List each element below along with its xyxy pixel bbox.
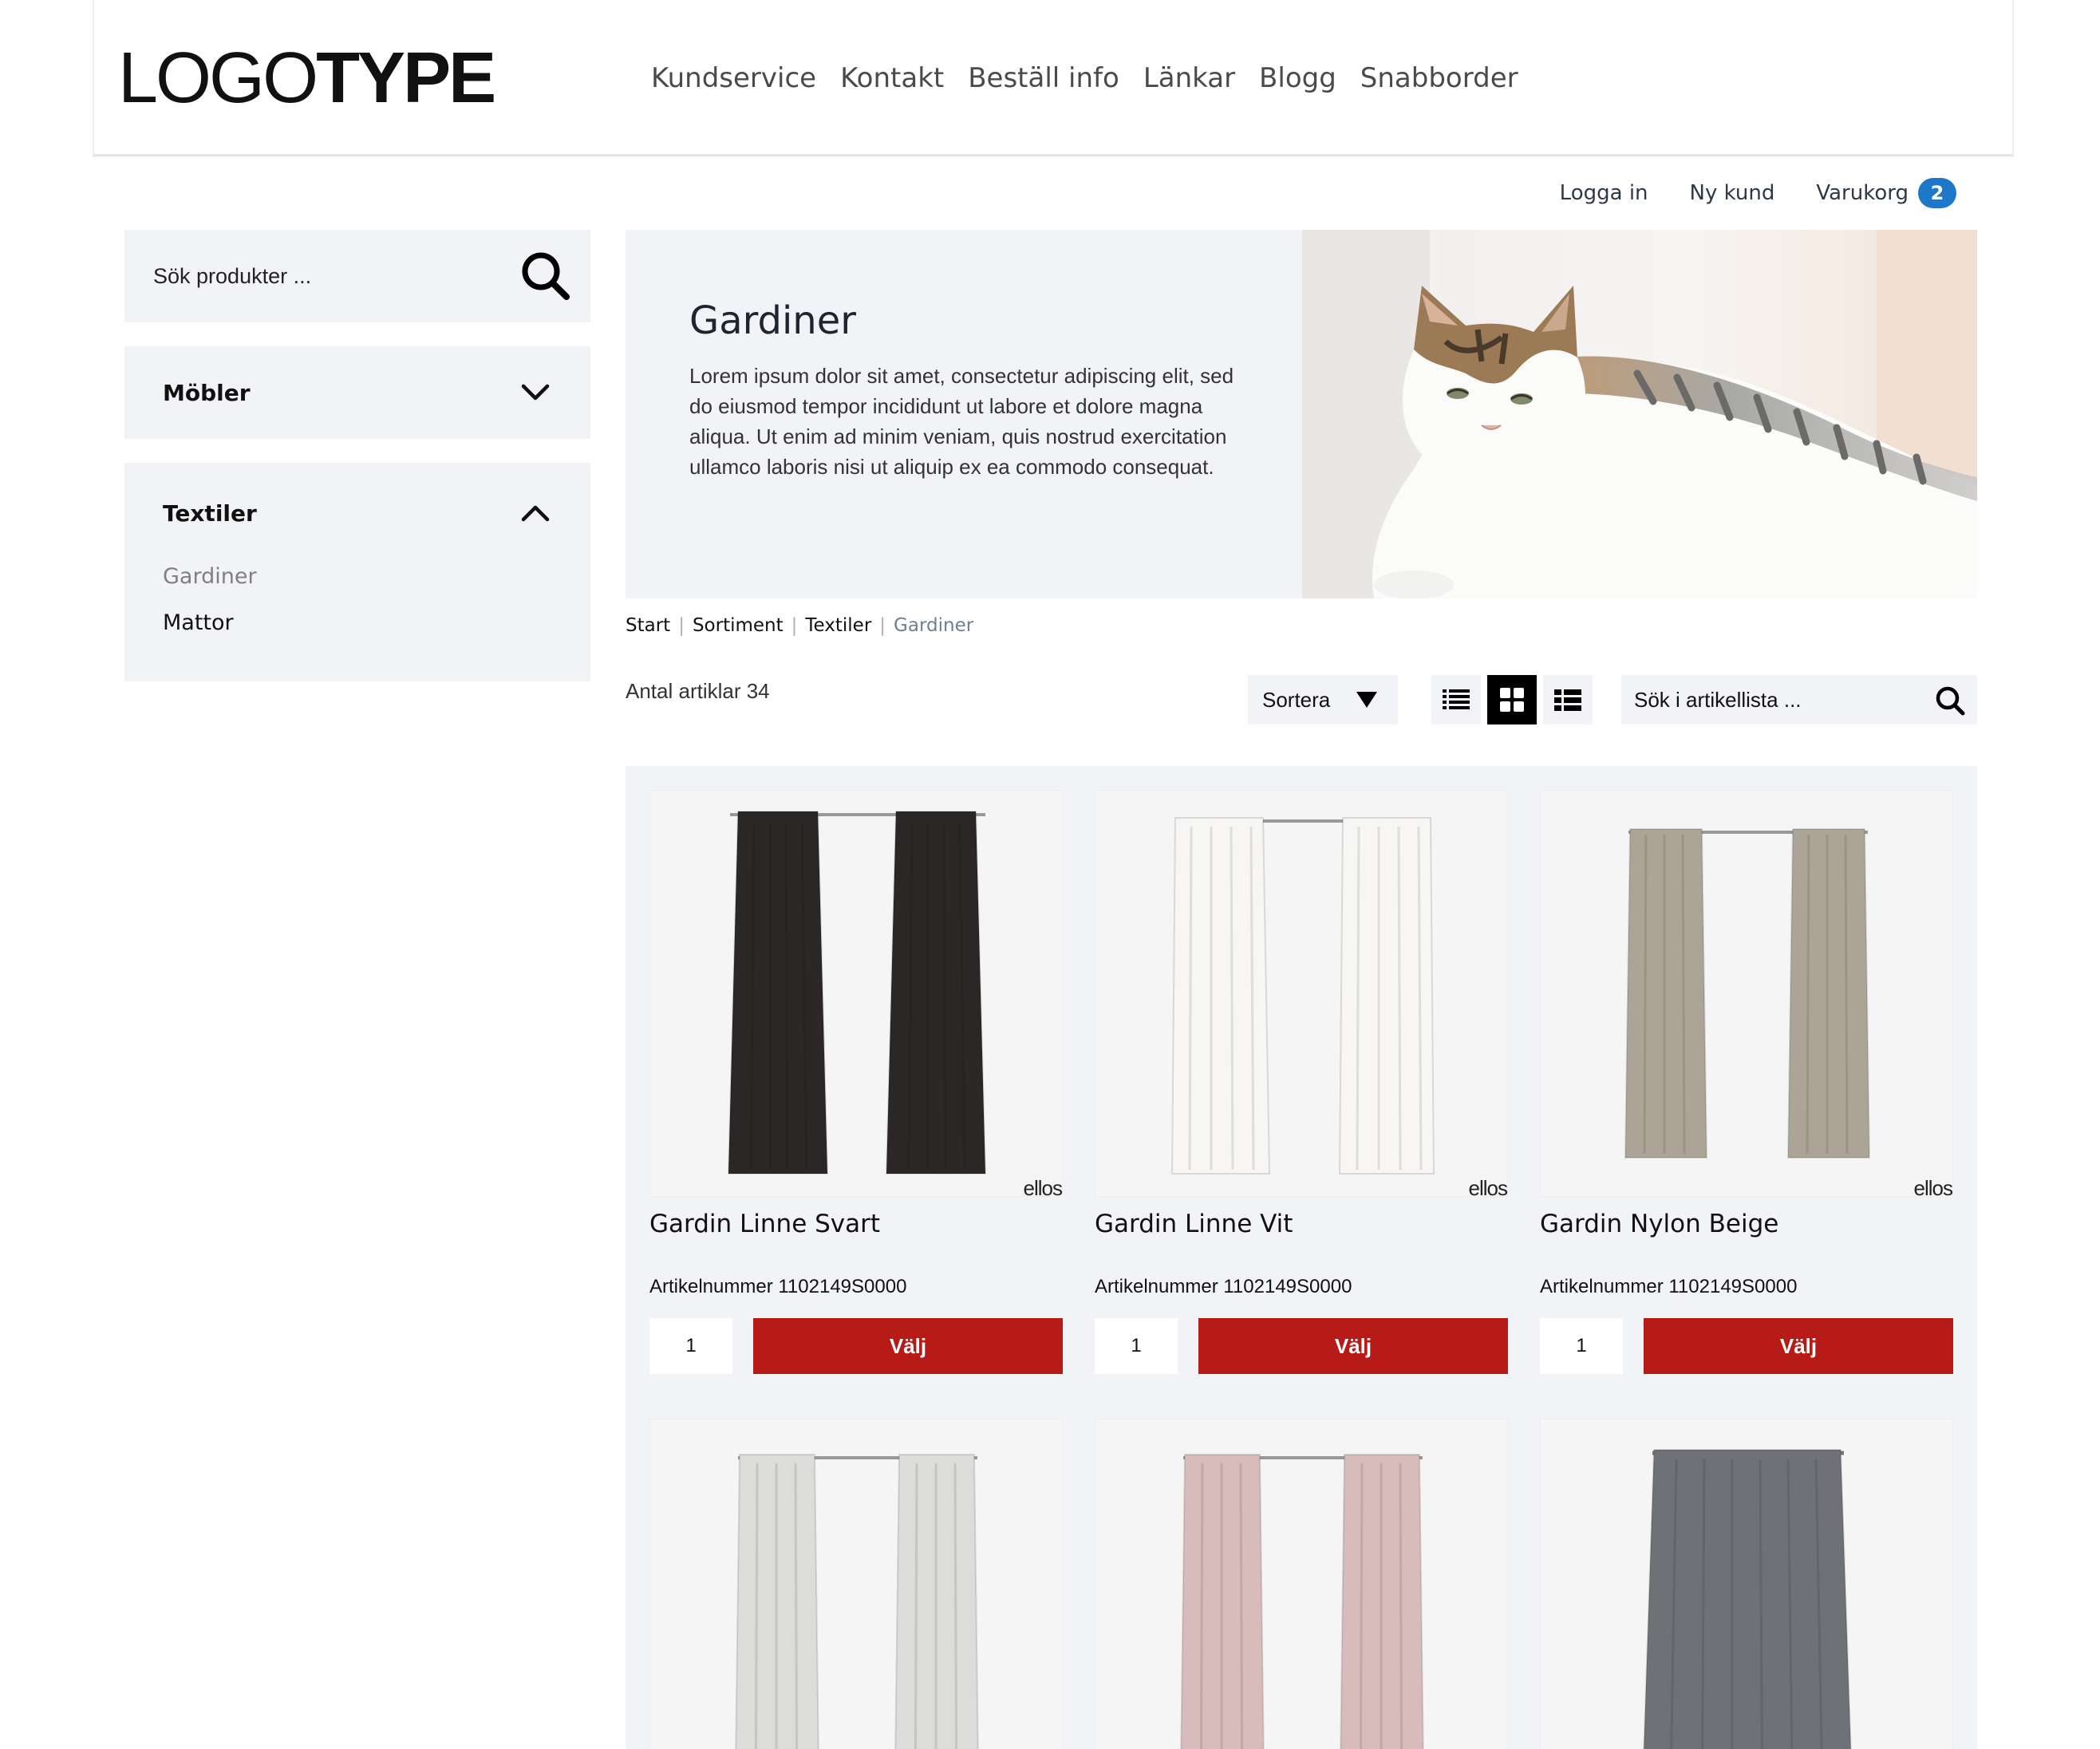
curtain-image (735, 1454, 979, 1749)
category-title: Textiler (163, 499, 257, 527)
search-icon[interactable] (519, 249, 573, 303)
breadcrumb-separator: | (879, 615, 886, 636)
account-bar: Logga in Ny kund Varukorg 2 (1560, 177, 1956, 209)
nav-blogg[interactable]: Blogg (1259, 57, 1336, 99)
product-card (1540, 1419, 1953, 1749)
quantity-input[interactable] (649, 1318, 732, 1374)
category-mobler-header[interactable]: Möbler (124, 346, 590, 439)
quantity-input[interactable] (1540, 1318, 1623, 1374)
sort-label: Sortera (1262, 687, 1331, 712)
hero-description: Lorem ipsum dolor sit amet, consectetur … (689, 364, 1234, 479)
product-image[interactable] (1540, 1419, 1953, 1749)
category-textiler-header[interactable]: Textiler (124, 463, 590, 563)
site-header: LOGOTYPE Kundservice Kontakt Beställ inf… (93, 0, 2014, 156)
product-image[interactable]: ellos (1540, 790, 1953, 1200)
cart-label: Varukorg (1816, 181, 1909, 205)
article-list-search (1621, 675, 1977, 724)
product-actions: Välj (1540, 1318, 1953, 1374)
product-name[interactable]: Gardin Linne Vit (1095, 1206, 1508, 1242)
product-card: ellos Gardin Linne Vit Artikelnummer 110… (1095, 790, 1508, 1374)
curtain-image (1170, 817, 1435, 1175)
grid-icon (1500, 688, 1524, 712)
product-card: ellos Gardin Linne Svart Artikelnummer 1… (649, 790, 1063, 1374)
curtain-image (1624, 828, 1871, 1159)
product-name[interactable]: Gardin Nylon Beige (1540, 1206, 1953, 1242)
cart-count-badge: 2 (1918, 178, 1956, 208)
quantity-input[interactable] (1095, 1318, 1178, 1374)
grid-view-button[interactable] (1487, 675, 1537, 724)
subcategory-mattor[interactable]: Mattor (163, 600, 552, 646)
login-link[interactable]: Logga in (1560, 177, 1648, 209)
logo-light-part: LOGO (118, 38, 318, 118)
curtain-image (1643, 1449, 1852, 1749)
product-image[interactable] (649, 1419, 1063, 1749)
product-card (1095, 1419, 1508, 1749)
product-search-input[interactable] (153, 259, 488, 294)
list-view-button[interactable] (1431, 675, 1481, 724)
product-image[interactable]: ellos (649, 790, 1063, 1200)
choose-button[interactable]: Välj (1644, 1318, 1953, 1374)
choose-button[interactable]: Välj (1198, 1318, 1508, 1374)
detail-list-view-button[interactable] (1543, 675, 1593, 724)
nav-kontakt[interactable]: Kontakt (840, 57, 944, 99)
category-mobler: Möbler (124, 346, 590, 439)
chevron-up-icon (521, 505, 550, 522)
product-grid: ellos Gardin Linne Svart Artikelnummer 1… (626, 766, 1977, 1749)
product-actions: Välj (1095, 1318, 1508, 1374)
breadcrumb-start[interactable]: Start (626, 610, 670, 642)
hero-text: Gardiner Lorem ipsum dolor sit amet, con… (689, 297, 1248, 482)
product-image[interactable]: ellos (1095, 790, 1508, 1200)
product-actions: Välj (649, 1318, 1063, 1374)
chevron-down-icon (521, 384, 550, 401)
nav-snabborder[interactable]: Snabborder (1360, 57, 1518, 99)
product-card: ellos Gardin Nylon Beige Artikelnummer 1… (1540, 790, 1953, 1374)
breadcrumb-current: Gardiner (894, 615, 974, 636)
detail-list-icon (1554, 689, 1581, 711)
new-customer-link[interactable]: Ny kund (1690, 177, 1775, 209)
cart-link[interactable]: Varukorg 2 (1816, 177, 1956, 209)
category-hero: Gardiner Lorem ipsum dolor sit amet, con… (626, 230, 1977, 598)
breadcrumb: Start | Sortiment | Textiler | Gardiner (626, 610, 973, 642)
nav-bestall-info[interactable]: Beställ info (968, 57, 1119, 99)
article-number: Artikelnummer 1102149S0000 (1540, 1276, 1798, 1297)
logo[interactable]: LOGOTYPE (118, 35, 496, 121)
article-list-search-input[interactable] (1634, 683, 1921, 717)
breadcrumb-separator: | (678, 615, 685, 636)
logo-bold-part: TYPE (316, 38, 496, 118)
category-title: Möbler (163, 379, 251, 406)
article-number: Artikelnummer 1102149S0000 (1095, 1276, 1352, 1297)
category-textiler-items: Gardiner Mattor (124, 554, 590, 681)
nav-kundservice[interactable]: Kundservice (651, 57, 816, 99)
hero-cat-image (1302, 230, 1977, 598)
nav-lankar[interactable]: Länkar (1143, 57, 1235, 99)
product-name[interactable]: Gardin Linne Svart (649, 1206, 1063, 1242)
sort-dropdown[interactable]: Sortera (1248, 675, 1398, 724)
subcategory-gardiner[interactable]: Gardiner (163, 554, 552, 600)
hero-title: Gardiner (689, 298, 856, 343)
main-nav: Kundservice Kontakt Beställ info Länkar … (651, 57, 1518, 99)
brand-label: ellos (1468, 1176, 1508, 1200)
search-icon[interactable] (1934, 685, 1966, 717)
sidebar: Möbler Textiler Gardiner Mattor (124, 230, 590, 681)
product-search (124, 230, 590, 322)
triangle-down-icon (1356, 692, 1377, 708)
brand-label: ellos (1913, 1176, 1953, 1200)
article-count: Antal artiklar 34 (626, 679, 770, 703)
curtain-image (1180, 1454, 1424, 1749)
breadcrumb-textiler[interactable]: Textiler (805, 610, 871, 642)
choose-button[interactable]: Välj (753, 1318, 1063, 1374)
product-card (649, 1419, 1063, 1749)
product-image[interactable] (1095, 1419, 1508, 1749)
brand-label: ellos (1023, 1176, 1063, 1200)
category-textiler: Textiler Gardiner Mattor (124, 463, 590, 681)
list-icon (1443, 689, 1470, 709)
curtain-image (727, 811, 987, 1175)
breadcrumb-sortiment[interactable]: Sortiment (693, 610, 784, 642)
article-number: Artikelnummer 1102149S0000 (649, 1276, 907, 1297)
breadcrumb-separator: | (791, 615, 798, 636)
